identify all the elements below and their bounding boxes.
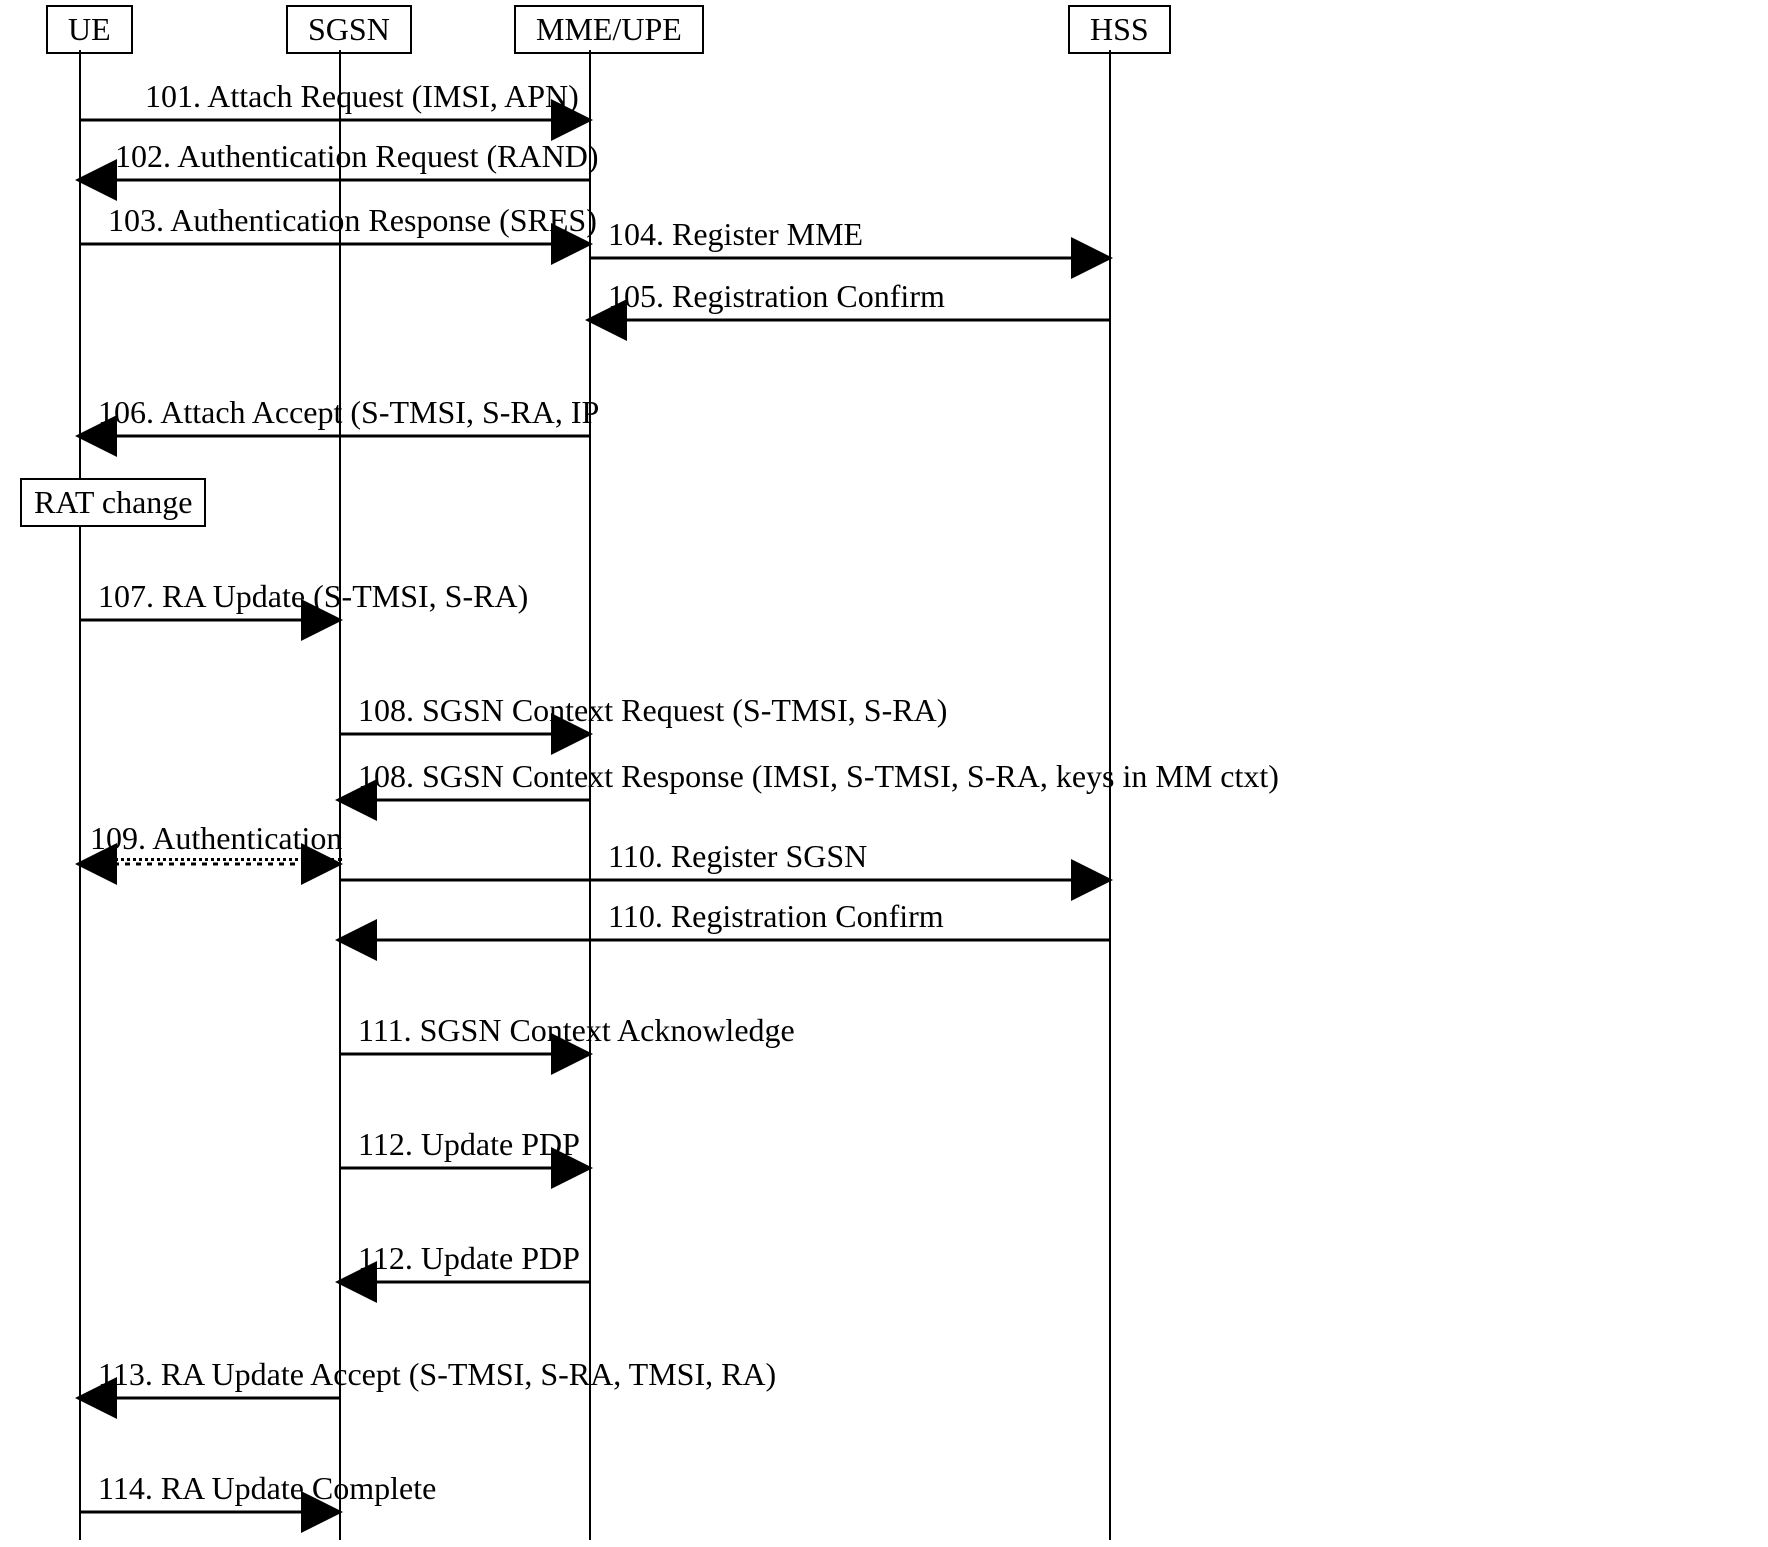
msg-110a: 110. Register SGSN (608, 838, 867, 875)
arrow-109 (79, 862, 339, 866)
arrow-110b (339, 938, 1109, 942)
participant-hss: HSS (1068, 5, 1171, 54)
msg-111: 111. SGSN Context Acknowledge (358, 1012, 795, 1049)
participant-ue: UE (46, 5, 133, 54)
msg-114: 114. RA Update Complete (98, 1470, 436, 1507)
msg-113: 113. RA Update Accept (S-TMSI, S-RA, TMS… (98, 1356, 776, 1393)
arrow-105 (589, 318, 1109, 322)
rat-change-box: RAT change (20, 478, 206, 527)
arrow-103 (79, 242, 589, 246)
arrow-114 (79, 1510, 339, 1514)
lifeline-hss (1109, 50, 1111, 1540)
arrow-108a (339, 732, 589, 736)
lifeline-ue (79, 50, 81, 1540)
msg-105: 105. Registration Confirm (608, 278, 945, 315)
arrow-102 (79, 178, 589, 182)
msg-110b: 110. Registration Confirm (608, 898, 944, 935)
arrow-113 (79, 1396, 339, 1400)
arrow-112a (339, 1166, 589, 1170)
arrow-112b (339, 1280, 589, 1284)
msg-109: 109. Authentication (90, 820, 342, 857)
msg-107: 107. RA Update (S-TMSI, S-RA) (98, 578, 528, 615)
msg-102: 102. Authentication Request (RAND) (115, 138, 598, 175)
arrow-108b (339, 798, 589, 802)
arrow-107 (79, 618, 339, 622)
arrow-106 (79, 434, 589, 438)
lifeline-mme (589, 50, 591, 1540)
msg-103: 103. Authentication Response (SRES) (108, 202, 597, 239)
msg-108b: 108. SGSN Context Response (IMSI, S-TMSI… (358, 758, 1279, 795)
msg-106: 106. Attach Accept (S-TMSI, S-RA, IP (98, 394, 599, 431)
arrow-110a (339, 878, 1109, 882)
msg-108a: 108. SGSN Context Request (S-TMSI, S-RA) (358, 692, 947, 729)
arrow-104 (589, 256, 1109, 260)
msg-112b: 112. Update PDP (358, 1240, 580, 1277)
participant-mme: MME/UPE (514, 5, 704, 54)
arrow-101 (79, 118, 589, 122)
msg-101: 101. Attach Request (IMSI, APN) (145, 78, 579, 115)
participant-sgsn: SGSN (286, 5, 412, 54)
msg-112a: 112. Update PDP (358, 1126, 580, 1163)
lifeline-sgsn (339, 50, 341, 1540)
msg-104: 104. Register MME (608, 216, 863, 253)
arrow-111 (339, 1052, 589, 1056)
